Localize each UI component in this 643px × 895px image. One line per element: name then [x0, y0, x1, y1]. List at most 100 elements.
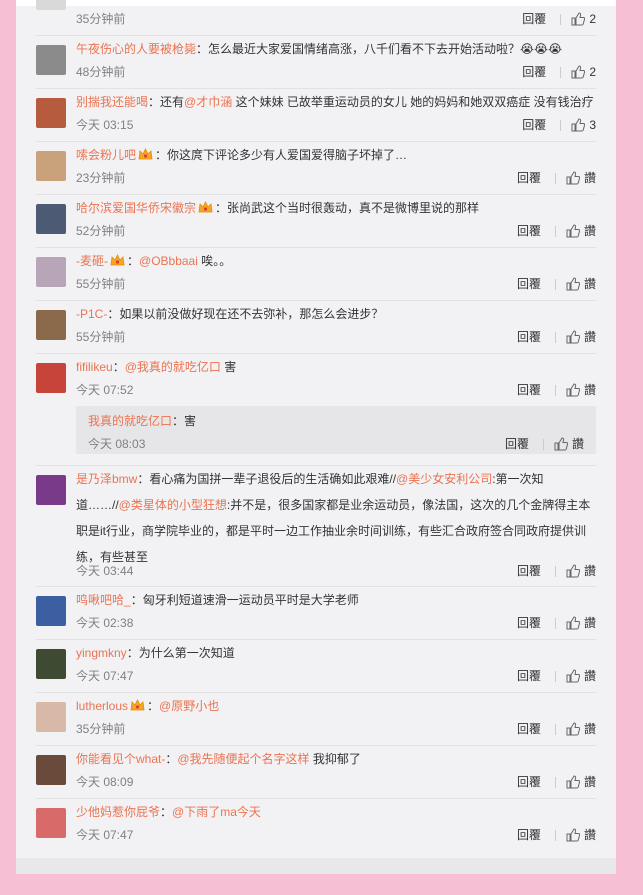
vip-crown-icon — [138, 148, 153, 160]
vip-crown-icon — [198, 201, 213, 213]
username-link[interactable]: 少他妈惹你屁爷 — [76, 805, 160, 819]
comment-time: 23分钟前 — [76, 171, 126, 185]
avatar[interactable] — [36, 363, 66, 393]
thumbs-up-icon[interactable] — [571, 65, 586, 79]
thumbs-up-icon[interactable] — [571, 118, 586, 132]
username-link[interactable]: -P1C- — [76, 307, 107, 321]
mention-link[interactable]: @OBbbaai — [139, 254, 198, 268]
like-label: 讚 — [583, 277, 596, 291]
comment-time: 55分钟前 — [76, 277, 126, 291]
reply-button[interactable]: 回覆 — [517, 382, 541, 398]
reply-button[interactable]: 回覆 — [522, 11, 546, 27]
username-link[interactable]: 我真的就吃亿口 — [88, 414, 172, 428]
comment-text: 你能看见个what-：@我先随便起个名字这样 我抑郁了 — [76, 746, 596, 772]
avatar[interactable] — [36, 702, 66, 732]
username-link[interactable]: 哈尔滨爱国华侨宋徽宗 — [76, 201, 196, 215]
colon: ： — [127, 254, 140, 268]
thumbs-up-icon[interactable] — [566, 171, 580, 185]
username-link[interactable]: 午夜伤心的人要被枪毙 — [76, 42, 196, 56]
avatar[interactable] — [36, 755, 66, 785]
thumbs-up-icon[interactable] — [566, 564, 580, 578]
avatar[interactable] — [36, 808, 66, 838]
avatar[interactable] — [36, 151, 66, 181]
reply-button[interactable]: 回覆 — [505, 436, 529, 452]
thumbs-up-icon[interactable] — [566, 224, 580, 238]
username-link[interactable]: 你能看见个what- — [76, 752, 165, 766]
like-count: 3 — [589, 118, 596, 132]
reply-button[interactable]: 回覆 — [517, 615, 541, 631]
colon: ： — [155, 148, 168, 162]
reply-button[interactable]: 回覆 — [517, 721, 541, 737]
comment-time: 今天 08:09 — [76, 775, 134, 789]
comment-time: 35分钟前 — [76, 722, 126, 736]
mention-link[interactable]: @美少女安利公司 — [396, 472, 492, 486]
like-label: 讚 — [583, 722, 596, 736]
mention-link[interactable]: @我真的就吃亿口 — [125, 360, 221, 374]
comment-text: 哈尔滨爱国华侨宋徽宗 ：张尚武这个当时很轰动，真不是微博里说的那样 — [76, 195, 596, 221]
mention-link[interactable]: @下雨了ma今天 — [172, 805, 261, 819]
thumbs-up-icon[interactable] — [554, 437, 568, 451]
avatar[interactable] — [36, 45, 66, 75]
avatar[interactable] — [36, 475, 66, 505]
reply-button[interactable]: 回覆 — [517, 276, 541, 292]
username-link[interactable]: 是乃泽bmw — [76, 472, 137, 486]
mention-link[interactable]: @我先随便起个名字这样 — [177, 752, 309, 766]
thumbs-up-icon[interactable] — [566, 383, 580, 397]
username-link[interactable]: 嗦会粉儿吧 — [76, 148, 136, 162]
like-label: 讚 — [571, 437, 584, 451]
mention-link[interactable]: @类星体的小型狂想 — [119, 498, 227, 512]
comment-text: 午夜伤心的人要被枪毙：怎么最近大家爱国情绪高涨，八千们看不下去开始活动啦？😭😭😭 — [76, 36, 596, 62]
colon: ： — [112, 360, 125, 374]
reply-button[interactable]: 回覆 — [517, 170, 541, 186]
colon: ： — [196, 42, 209, 56]
avatar[interactable] — [36, 0, 66, 10]
vip-crown-icon — [110, 254, 125, 266]
username-link[interactable]: 鸣啾吧哈_ — [76, 593, 131, 607]
thumbs-up-icon[interactable] — [566, 775, 580, 789]
comment-text: fifilikeu：@我真的就吃亿口 害 — [76, 354, 596, 380]
username-link[interactable]: yingmkny — [76, 646, 127, 660]
mention-link[interactable]: @才巾涵 — [184, 95, 232, 109]
colon: ： — [107, 307, 120, 321]
comment-time: 今天 08:03 — [88, 437, 146, 451]
thumbs-up-icon[interactable] — [566, 277, 580, 291]
thumbs-up-icon[interactable] — [566, 669, 580, 683]
avatar[interactable] — [36, 649, 66, 679]
reply-button[interactable]: 回覆 — [517, 223, 541, 239]
action-divider — [554, 384, 556, 396]
reply-button[interactable]: 回覆 — [522, 117, 546, 133]
avatar[interactable] — [36, 310, 66, 340]
mention-link[interactable]: @原野小也 — [159, 699, 219, 713]
username-link[interactable]: 别揣我还能喝 — [76, 95, 148, 109]
username-link[interactable]: -麦砸- — [76, 254, 108, 268]
thumbs-up-icon[interactable] — [571, 12, 586, 26]
reply-button[interactable]: 回覆 — [517, 668, 541, 684]
avatar[interactable] — [36, 596, 66, 626]
avatar[interactable] — [36, 257, 66, 287]
username-link[interactable]: lutherlous — [76, 699, 128, 713]
reply-button[interactable]: 回覆 — [517, 563, 541, 579]
like-label: 讚 — [583, 616, 596, 630]
thumbs-up-icon[interactable] — [566, 828, 580, 842]
thumbs-up-icon[interactable] — [566, 330, 580, 344]
comment-content: 害 — [220, 360, 237, 374]
action-divider — [542, 438, 544, 450]
comment-content: 你这庹下评论多少有人爱国爱得脑子坏掉了… — [167, 148, 408, 162]
comment-time: 35分钟前 — [76, 12, 126, 26]
avatar[interactable] — [36, 204, 66, 234]
like-label: 讚 — [583, 669, 596, 683]
reply-button[interactable]: 回覆 — [522, 64, 546, 80]
username-link[interactable]: fifilikeu — [76, 360, 113, 374]
reply-button[interactable]: 回覆 — [517, 329, 541, 345]
action-divider — [560, 13, 562, 25]
comment-time: 55分钟前 — [76, 330, 126, 344]
thumbs-up-icon[interactable] — [566, 722, 580, 736]
action-divider — [554, 723, 556, 735]
thumbs-up-icon[interactable] — [566, 616, 580, 630]
comment-time: 今天 07:47 — [76, 669, 134, 683]
avatar[interactable] — [36, 98, 66, 128]
colon: ： — [172, 414, 185, 428]
reply-button[interactable]: 回覆 — [517, 774, 541, 790]
like-label: 讚 — [583, 224, 596, 238]
reply-button[interactable]: 回覆 — [517, 827, 541, 843]
